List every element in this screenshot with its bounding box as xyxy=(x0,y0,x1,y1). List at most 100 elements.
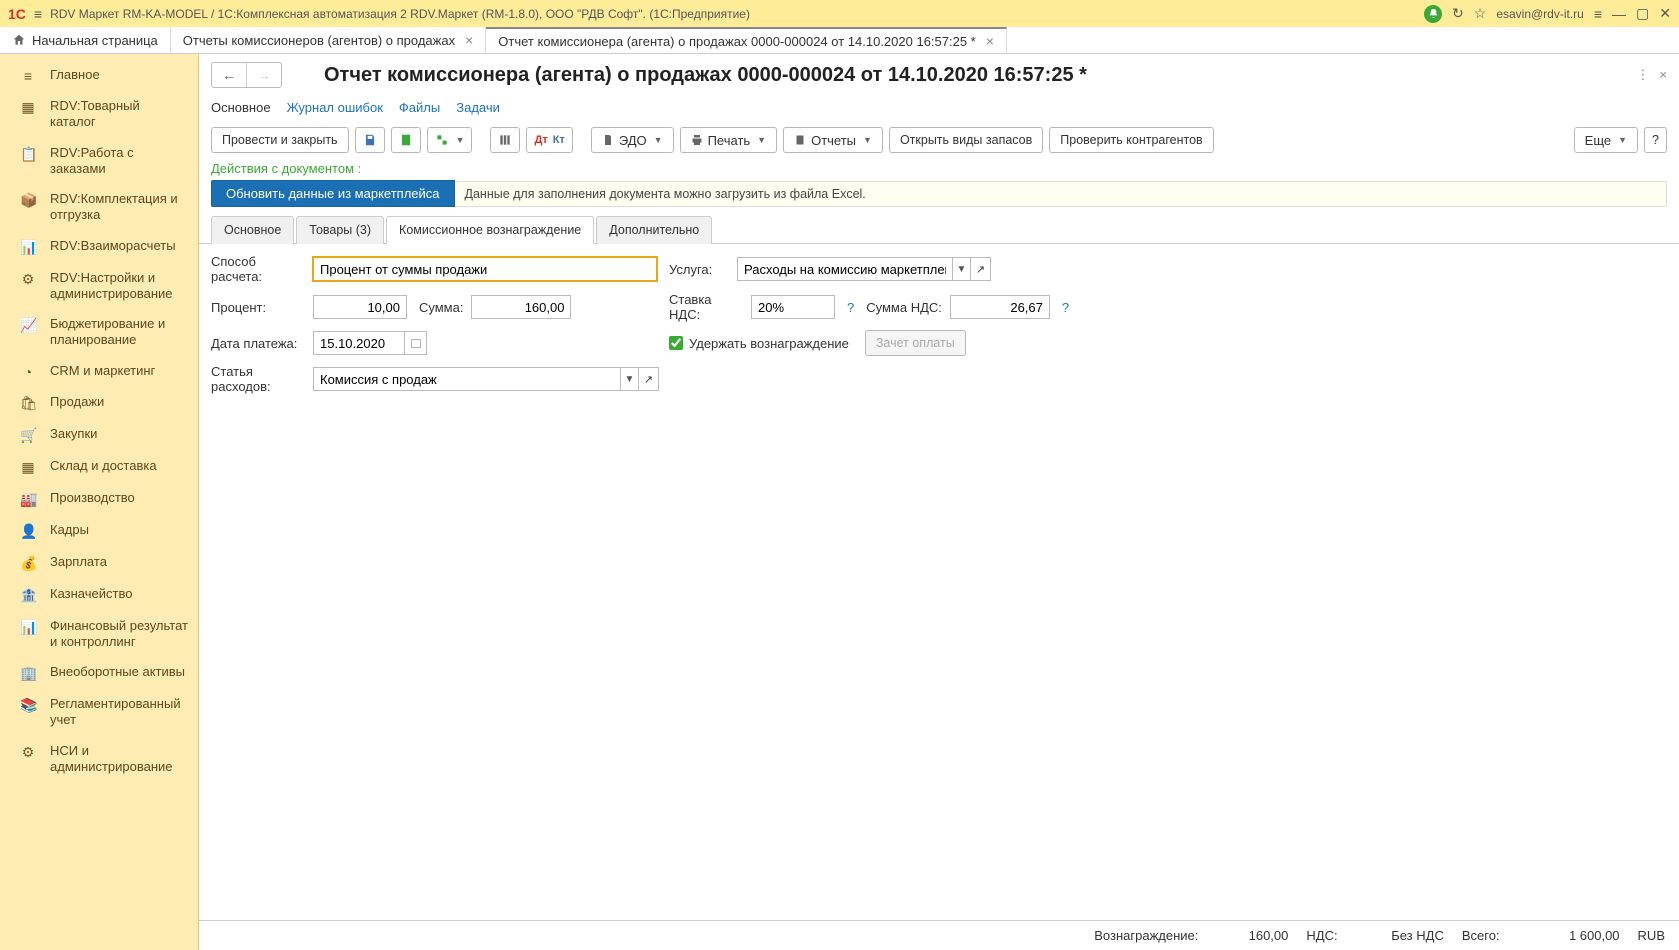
withhold-check-input[interactable] xyxy=(669,336,683,350)
percent-input[interactable] xyxy=(313,295,407,319)
kebab-icon[interactable]: ⋮ xyxy=(1636,67,1649,83)
calendar-icon[interactable] xyxy=(405,331,427,355)
update-marketplace-button[interactable]: Обновить данные из маркетплейса xyxy=(211,180,455,207)
sidebar-item-budgeting[interactable]: 📈Бюджетирование и планирование xyxy=(0,309,198,356)
close-doc-icon[interactable]: × xyxy=(1659,67,1667,83)
sidebar-item-settings[interactable]: ⚙RDV:Настройки и администрирование xyxy=(0,263,198,310)
filter-icon[interactable]: ≡ xyxy=(1594,6,1602,22)
sidebar-item-nsi[interactable]: ⚙НСИ и администрирование xyxy=(0,736,198,783)
hamburger-icon[interactable]: ≡ xyxy=(34,6,42,22)
form-tabs: Основное Товары (3) Комиссионное вознагр… xyxy=(199,215,1679,244)
post-button[interactable] xyxy=(391,127,421,153)
sidebar-item-settlements[interactable]: 📊RDV:Взаиморасчеты xyxy=(0,231,198,263)
toolbar: Провести и закрыть ▼ ДтКт ЭДО▼ Печать▼ О… xyxy=(199,123,1679,161)
user-label[interactable]: esavin@rdv-it.ru xyxy=(1496,7,1584,21)
ftab-goods[interactable]: Товары (3) xyxy=(296,216,384,244)
home-icon xyxy=(12,33,26,47)
tab-home[interactable]: Начальная страница xyxy=(0,27,171,53)
history-icon[interactable]: ↻ xyxy=(1452,5,1464,22)
subnav-errors[interactable]: Журнал ошибок xyxy=(287,100,383,115)
based-on-button[interactable]: ▼ xyxy=(427,127,473,153)
help-button[interactable]: ? xyxy=(1644,127,1667,153)
sidebar-item-catalog[interactable]: ▦RDV:Товарный каталог xyxy=(0,91,198,138)
tab-list[interactable]: Отчеты комиссионеров (агентов) о продажа… xyxy=(171,27,486,53)
help-icon[interactable]: ? xyxy=(1058,300,1073,315)
transactions-button[interactable]: ДтКт xyxy=(526,127,572,153)
bag-icon: 🛍 xyxy=(20,395,36,412)
sidebar-item-warehouse[interactable]: ▦Склад и доставка xyxy=(0,451,198,483)
vat-rate-input[interactable] xyxy=(751,295,835,319)
sidebar-item-hr[interactable]: 👤Кадры xyxy=(0,515,198,547)
reward-value: 160,00 xyxy=(1198,928,1288,943)
edo-button[interactable]: ЭДО▼ xyxy=(591,127,674,153)
logo-1c: 1C xyxy=(8,6,26,22)
date-input[interactable] xyxy=(313,331,405,355)
maximize-icon[interactable]: ▢ xyxy=(1636,5,1649,22)
tab-home-label: Начальная страница xyxy=(32,33,158,48)
open-icon[interactable]: ↗ xyxy=(639,367,659,391)
sidebar-item-production[interactable]: 🏭Производство xyxy=(0,483,198,515)
minimize-icon[interactable]: — xyxy=(1612,6,1626,22)
ftab-commission[interactable]: Комиссионное вознаграждение xyxy=(386,216,594,244)
sidebar-item-main[interactable]: ≡Главное xyxy=(0,60,198,91)
ftab-additional[interactable]: Дополнительно xyxy=(596,216,712,244)
sidebar-item-salary[interactable]: 💰Зарплата xyxy=(0,547,198,579)
withhold-checkbox[interactable]: Удержать вознаграждение xyxy=(669,336,849,351)
star-icon[interactable]: ☆ xyxy=(1474,5,1487,22)
sidebar-item-purchases[interactable]: 🛒Закупки xyxy=(0,419,198,451)
chart-icon: 📈 xyxy=(20,317,36,334)
service-label: Услуга: xyxy=(669,262,729,277)
sidebar-item-picking[interactable]: 📦RDV:Комплектация и отгрузка xyxy=(0,184,198,231)
help-icon[interactable]: ? xyxy=(843,300,858,315)
expense-input[interactable] xyxy=(313,367,621,391)
tab-list-label: Отчеты комиссионеров (агентов) о продажа… xyxy=(183,33,455,48)
back-button[interactable]: ← xyxy=(212,63,246,87)
more-button[interactable]: Еще▼ xyxy=(1574,127,1638,153)
total-label: Всего: xyxy=(1462,928,1500,943)
open-stocks-button[interactable]: Открыть виды запасов xyxy=(889,127,1043,153)
sidebar-item-finance[interactable]: 📊Финансовый результат и контроллинг xyxy=(0,611,198,658)
subnav-tasks[interactable]: Задачи xyxy=(456,100,500,115)
sidebar-item-assets[interactable]: 🏢Внеоборотные активы xyxy=(0,657,198,689)
forward-button[interactable]: → xyxy=(246,63,281,87)
subnav-files[interactable]: Файлы xyxy=(399,100,440,115)
sliders-icon: ⚙ xyxy=(20,271,36,288)
close-icon[interactable]: × xyxy=(986,33,994,49)
amount-label: Сумма: xyxy=(419,300,463,315)
post-close-button[interactable]: Провести и закрыть xyxy=(211,127,349,153)
vat-label: НДС: xyxy=(1306,928,1337,943)
truck-icon: 📦 xyxy=(20,192,36,209)
dropdown-icon[interactable]: ▼ xyxy=(953,257,971,281)
sidebar-item-accounting[interactable]: 📚Регламентированный учет xyxy=(0,689,198,736)
boxes-icon: ▦ xyxy=(20,459,36,476)
tabbar: Начальная страница Отчеты комиссионеров … xyxy=(0,27,1679,54)
sidebar-item-treasury[interactable]: 🏦Казначейство xyxy=(0,579,198,611)
factory-icon: 🏭 xyxy=(20,491,36,508)
ftab-main[interactable]: Основное xyxy=(211,216,294,244)
print-button[interactable]: Печать▼ xyxy=(680,127,778,153)
nav-buttons: ← → xyxy=(211,62,282,88)
section-label: Действия с документом : xyxy=(199,161,1679,180)
service-input[interactable] xyxy=(737,257,953,281)
sidebar-item-sales[interactable]: 🛍Продажи xyxy=(0,387,198,419)
open-icon[interactable]: ↗ xyxy=(971,257,991,281)
doc-title: Отчет комиссионера (агента) о продажах 0… xyxy=(292,64,1626,87)
method-input[interactable] xyxy=(313,257,657,281)
notifications-icon[interactable] xyxy=(1424,5,1442,23)
sidebar-item-orders[interactable]: 📋RDV:Работа с заказами xyxy=(0,138,198,185)
close-window-icon[interactable]: ✕ xyxy=(1659,5,1671,22)
dropdown-icon[interactable]: ▼ xyxy=(621,367,639,391)
movement-button[interactable] xyxy=(490,127,520,153)
sidebar-item-crm[interactable]: ◔CRM и маркетинг xyxy=(0,356,198,387)
amount-input[interactable] xyxy=(471,295,571,319)
subnav-main[interactable]: Основное xyxy=(211,100,271,115)
vat-sum-input[interactable] xyxy=(950,295,1050,319)
save-button[interactable] xyxy=(355,127,385,153)
reports-button[interactable]: Отчеты▼ xyxy=(783,127,883,153)
cart-icon: 🛒 xyxy=(20,427,36,444)
check-contragents-button[interactable]: Проверить контрагентов xyxy=(1049,127,1213,153)
tab-doc[interactable]: Отчет комиссионера (агента) о продажах 0… xyxy=(486,27,1007,53)
bars-icon: 📊 xyxy=(20,619,36,636)
close-icon[interactable]: × xyxy=(465,32,473,48)
expense-label: Статья расходов: xyxy=(211,364,305,394)
